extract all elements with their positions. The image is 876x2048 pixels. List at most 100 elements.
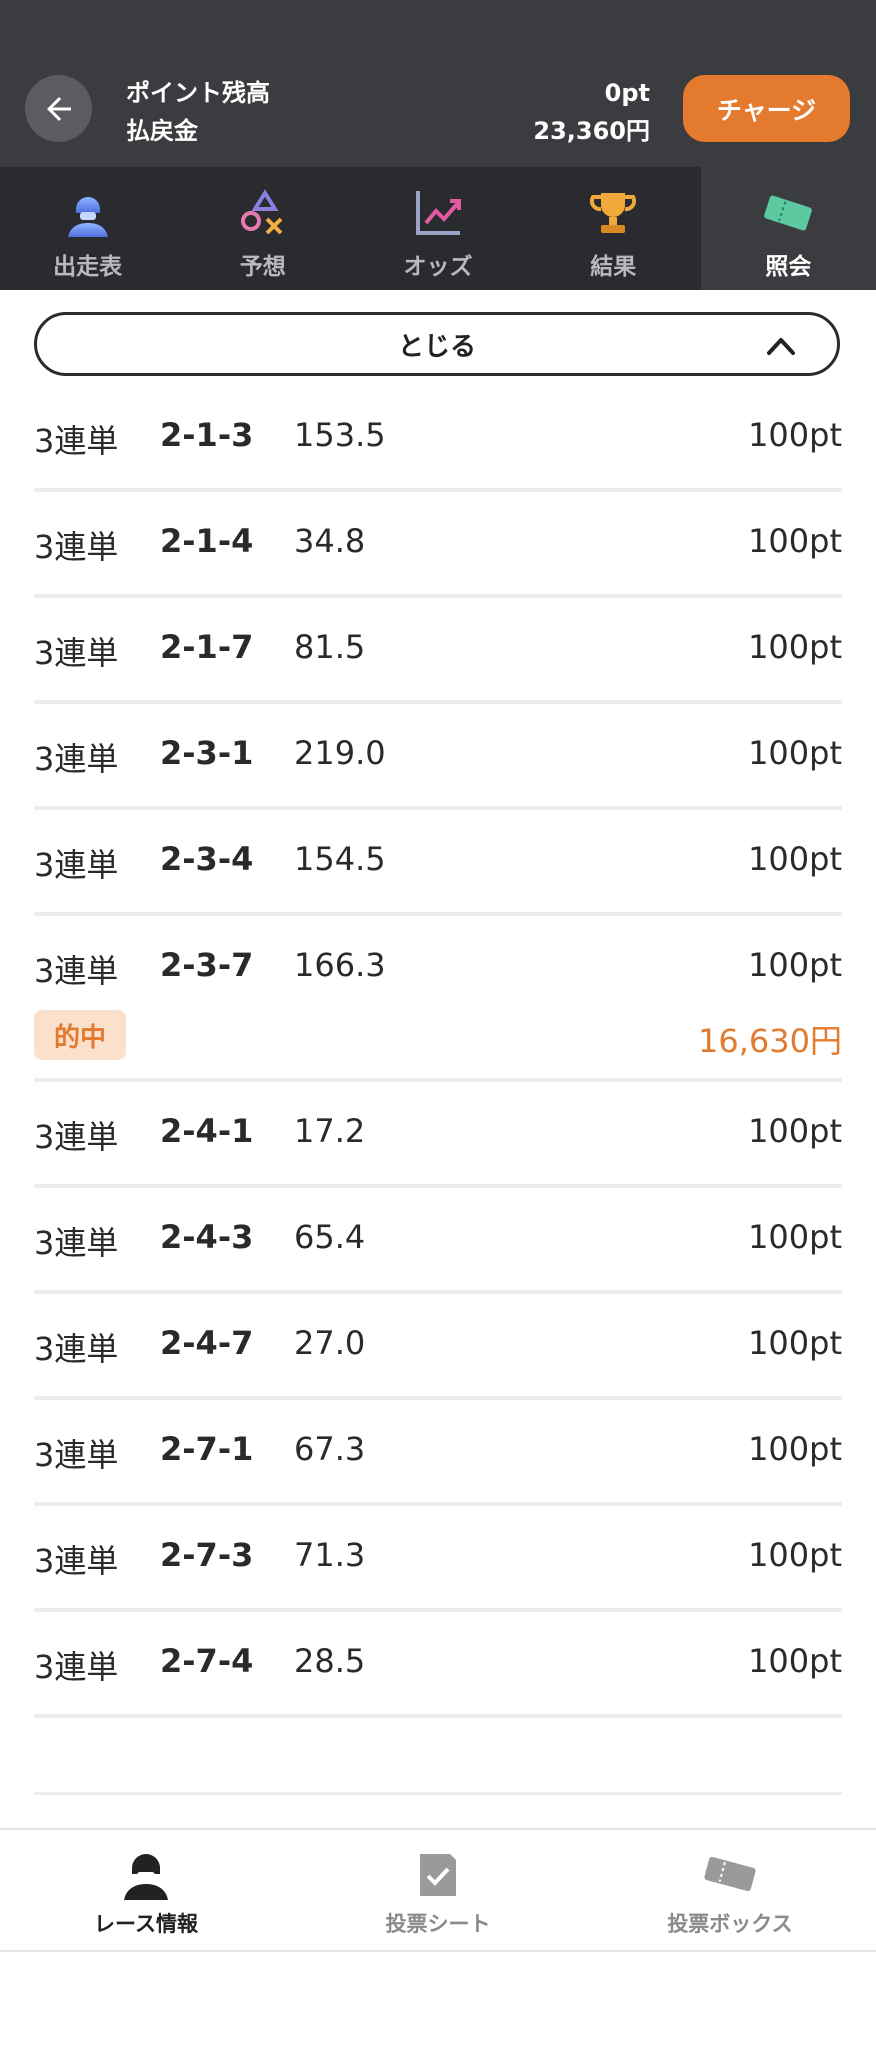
tab-label: 予想 [239, 254, 286, 280]
bet-type: 3連単 [34, 528, 119, 566]
bet-type: 3連単 [34, 1436, 119, 1474]
tab-label: 結果 [590, 254, 637, 280]
bet-type: 3連単 [34, 1118, 119, 1156]
bet-odds: 219.0 [294, 734, 386, 772]
bet-odds: 71.3 [294, 1536, 366, 1574]
point-balance-label: ポイント残高 [126, 79, 270, 107]
bet-odds: 17.2 [294, 1112, 366, 1150]
divider [34, 1792, 842, 1795]
balance-labels: ポイント残高 払戻金 [126, 74, 270, 150]
bet-row: 3連単 2-4-1 17.2 100pt [34, 1082, 842, 1188]
bet-combination: 2-4-3 [160, 1218, 254, 1256]
bet-row-hit: 3連単 2-3-7 166.3 100pt 的中 16,630円 [34, 916, 842, 1082]
bet-type: 3連単 [34, 952, 119, 990]
nav-label: レース情報 [94, 1912, 198, 1936]
bet-amount: 100pt [748, 522, 842, 560]
bet-combination: 2-3-7 [160, 946, 254, 984]
bet-amount: 100pt [748, 1536, 842, 1574]
bet-amount: 100pt [748, 628, 842, 666]
trophy-icon [590, 193, 637, 233]
odds-chart-icon [416, 191, 461, 235]
bet-odds: 34.8 [294, 522, 366, 560]
bet-odds: 154.5 [294, 840, 386, 878]
page: ポイント残高 払戻金 0pt 23,360円 チャージ 出走表 予想 オッズ 結… [0, 0, 876, 2048]
prediction-icon [240, 189, 283, 235]
bet-amount: 100pt [748, 416, 842, 454]
tab-prediction[interactable]: 予想 [175, 167, 350, 290]
bet-row: 3連単 2-1-7 81.5 100pt [34, 598, 842, 704]
hit-badge: 的中 [34, 1010, 126, 1060]
bet-combination: 2-1-3 [160, 416, 254, 454]
bet-row: 3連単 2-1-3 153.5 100pt [34, 386, 842, 492]
bet-type: 3連単 [34, 1224, 119, 1262]
bet-odds: 81.5 [294, 628, 366, 666]
bet-odds: 67.3 [294, 1430, 366, 1468]
bet-combination: 2-4-7 [160, 1324, 254, 1362]
vote-sheet-icon [420, 1854, 456, 1896]
bet-amount: 100pt [748, 946, 842, 984]
bet-amount: 100pt [748, 1218, 842, 1256]
bet-type: 3連単 [34, 634, 119, 672]
bet-list: 3連単 2-1-3 153.5 100pt 3連単 2-1-4 34.8 100… [34, 386, 842, 1718]
bet-amount: 100pt [748, 1642, 842, 1680]
bet-amount: 100pt [748, 1430, 842, 1468]
balance-values: 0pt 23,360円 [533, 74, 650, 150]
bet-odds: 27.0 [294, 1324, 366, 1362]
nav-label: 投票シート [385, 1912, 491, 1936]
bet-type: 3連単 [34, 846, 119, 884]
collapse-label: とじる [397, 331, 476, 362]
point-balance-value: 0pt [604, 79, 650, 107]
charge-button[interactable]: チャージ [683, 75, 850, 142]
nav-label: 投票ボックス [667, 1912, 793, 1936]
tab-label: オッズ [403, 254, 473, 280]
arrow-left-icon [46, 96, 71, 121]
ticket-icon [764, 195, 813, 231]
tab-label: 出走表 [53, 254, 123, 280]
racer-icon [67, 197, 108, 237]
bet-combination: 2-7-3 [160, 1536, 254, 1574]
bet-row: 3連単 2-7-1 67.3 100pt [34, 1400, 842, 1506]
nav-vote-sheet[interactable]: 投票シート [292, 1830, 584, 1950]
nav-race-info[interactable]: レース情報 [0, 1830, 292, 1950]
tab-entry-list[interactable]: 出走表 [0, 167, 175, 290]
tab-inquiry[interactable]: 照会 [700, 167, 876, 290]
nav-vote-box[interactable]: 投票ボックス [584, 1830, 876, 1950]
bet-combination: 2-7-4 [160, 1642, 254, 1680]
tab-results[interactable]: 結果 [526, 167, 701, 290]
tab-odds[interactable]: オッズ [350, 167, 525, 290]
bet-row: 3連単 2-3-4 154.5 100pt [34, 810, 842, 916]
payout-label: 払戻金 [126, 117, 198, 145]
tab-bar: 出走表 予想 オッズ 結果 照会 [0, 167, 876, 290]
bet-odds: 153.5 [294, 416, 386, 454]
bet-odds: 166.3 [294, 946, 386, 984]
bet-amount: 100pt [748, 734, 842, 772]
bet-amount: 100pt [748, 840, 842, 878]
collapse-button[interactable]: とじる [34, 312, 840, 376]
bet-combination: 2-1-7 [160, 628, 254, 666]
bet-combination: 2-3-1 [160, 734, 254, 772]
bet-combination: 2-7-1 [160, 1430, 254, 1468]
bet-row: 3連単 2-7-4 28.5 100pt [34, 1612, 842, 1718]
bottom-nav: レース情報 投票シート 投票ボックス [0, 1828, 876, 1952]
ticket-icon [704, 1856, 756, 1892]
chevron-up-icon [767, 338, 795, 355]
payout-amount: 16,630円 [698, 1022, 842, 1060]
payout-value: 23,360円 [533, 117, 650, 145]
back-button[interactable] [25, 75, 92, 142]
bet-row: 3連単 2-3-1 219.0 100pt [34, 704, 842, 810]
bet-type: 3連単 [34, 1330, 119, 1368]
tab-label: 照会 [765, 254, 812, 280]
bet-row: 3連単 2-1-4 34.8 100pt [34, 492, 842, 598]
bet-combination: 2-1-4 [160, 522, 254, 560]
bet-row: 3連単 2-7-3 71.3 100pt [34, 1506, 842, 1612]
bet-row: 3連単 2-4-7 27.0 100pt [34, 1294, 842, 1400]
bet-amount: 100pt [748, 1324, 842, 1362]
bet-row: 3連単 2-4-3 65.4 100pt [34, 1188, 842, 1294]
bet-odds: 28.5 [294, 1642, 366, 1680]
bet-amount: 100pt [748, 1112, 842, 1150]
bet-type: 3連単 [34, 740, 119, 778]
bet-type: 3連単 [34, 422, 119, 460]
bet-odds: 65.4 [294, 1218, 366, 1256]
bet-type: 3連単 [34, 1542, 119, 1580]
racer-icon [124, 1854, 168, 1900]
